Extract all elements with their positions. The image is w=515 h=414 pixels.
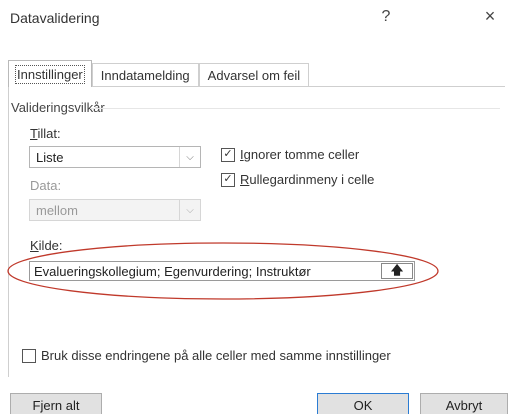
- data-validation-dialog: Datavalidering ? × Innstillinger Inndata…: [0, 0, 515, 414]
- collapse-up-icon[interactable]: 🡅: [381, 263, 413, 279]
- source-label: Kilde:: [30, 238, 63, 253]
- data-label: Data:: [30, 178, 62, 193]
- settings-panel: [8, 86, 505, 377]
- checkmark-icon[interactable]: ✓: [221, 172, 235, 187]
- in-cell-dropdown-checkbox[interactable]: ✓ Rullegardinmeny i celle: [221, 172, 374, 187]
- chevron-down-icon[interactable]: ⌵: [179, 147, 200, 167]
- close-button[interactable]: ×: [478, 6, 502, 27]
- ignore-blank-checkbox[interactable]: ✓ Ignorer tomme celler: [221, 147, 359, 162]
- in-cell-dropdown-label: Rullegardinmeny i celle: [240, 172, 375, 187]
- allow-select[interactable]: Liste ⌵: [29, 146, 201, 168]
- apply-to-all-checkbox[interactable]: Bruk disse endringene på alle celler med…: [22, 348, 391, 363]
- checkbox-box[interactable]: [22, 348, 36, 363]
- help-button[interactable]: ?: [374, 8, 398, 26]
- source-input[interactable]: Evalueringskollegium; Egenvurdering; Ins…: [29, 261, 415, 281]
- apply-to-all-label: Bruk disse endringene på alle celler med…: [41, 348, 391, 363]
- chevron-down-icon: ⌵: [179, 200, 200, 220]
- dialog-title: Datavalidering: [10, 10, 100, 26]
- section-divider: [90, 108, 500, 109]
- source-input-value: Evalueringskollegium; Egenvurdering; Ins…: [34, 264, 311, 279]
- tab-settings[interactable]: Innstillinger: [8, 60, 92, 87]
- checkmark-icon[interactable]: ✓: [221, 147, 235, 162]
- clear-all-button[interactable]: Fjern alt: [10, 393, 102, 414]
- tab-strip: Innstillinger Inndatamelding Advarsel om…: [8, 60, 310, 87]
- data-select: mellom ⌵: [29, 199, 201, 221]
- cancel-button[interactable]: Avbryt: [420, 393, 508, 414]
- tab-input-message-label: Inndatamelding: [100, 68, 190, 83]
- data-select-value: mellom: [36, 203, 78, 218]
- ok-button[interactable]: OK: [317, 393, 409, 414]
- ignore-blank-label: Ignorer tomme celler: [240, 147, 360, 162]
- allow-select-value: Liste: [36, 150, 64, 165]
- tab-error-alert[interactable]: Advarsel om feil: [198, 63, 310, 87]
- tab-input-message[interactable]: Inndatamelding: [91, 63, 199, 87]
- tab-settings-label: Innstillinger: [15, 64, 85, 84]
- allow-label: Tillat:: [30, 126, 61, 141]
- tab-error-alert-label: Advarsel om feil: [207, 68, 301, 83]
